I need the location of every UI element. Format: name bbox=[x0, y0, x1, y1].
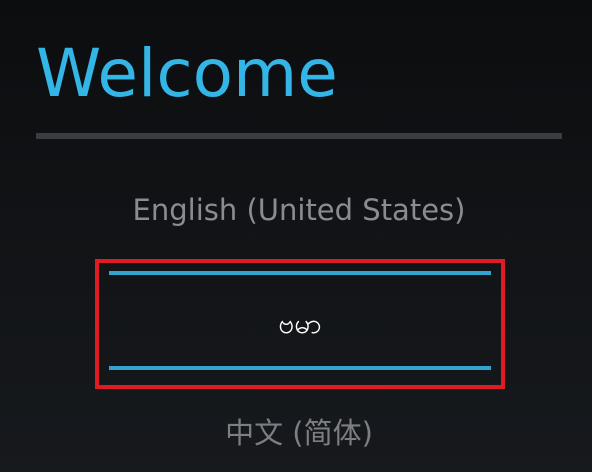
welcome-screen: Welcome English (United States) 中文 (简体) … bbox=[0, 0, 592, 472]
title-divider bbox=[36, 133, 562, 139]
language-option-english[interactable]: English (United States) bbox=[36, 190, 562, 230]
language-option-burmese[interactable]: ဗမာ bbox=[99, 305, 501, 343]
selected-language-highlight[interactable]: ဗမာ bbox=[95, 259, 505, 389]
language-option-chinese[interactable]: 中文 (简体) bbox=[36, 413, 562, 453]
selection-divider-top bbox=[109, 271, 491, 275]
page-title: Welcome bbox=[36, 35, 338, 112]
selection-divider-bottom bbox=[109, 366, 491, 370]
